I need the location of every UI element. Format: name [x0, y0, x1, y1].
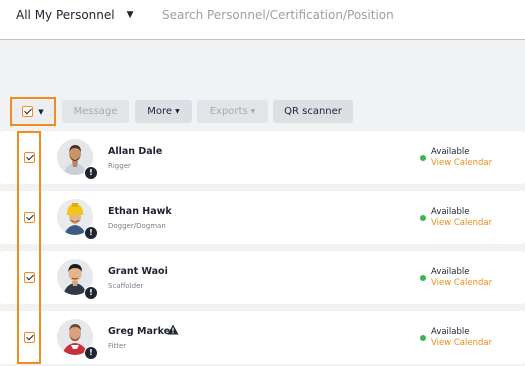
- person-role: Rigger: [108, 162, 131, 170]
- row-checkbox[interactable]: [24, 152, 35, 163]
- more-button[interactable]: More ▼: [135, 100, 192, 123]
- search-input[interactable]: [162, 8, 512, 22]
- alert-badge-icon: !: [84, 226, 98, 240]
- person-role: Fitter: [108, 342, 127, 350]
- scope-label: All My Personnel: [16, 8, 115, 22]
- view-calendar-link[interactable]: View Calendar: [431, 338, 492, 348]
- caret-down-icon: ▼: [126, 10, 134, 20]
- caret-down-icon: ▼: [175, 108, 180, 115]
- list-item[interactable]: ! Ethan Hawk Dogger/Dogman Available Vie…: [0, 191, 525, 244]
- personnel-scope-dropdown[interactable]: All My Personnel ▼: [16, 8, 134, 22]
- status-text: Available: [431, 147, 470, 157]
- alert-badge-icon: !: [84, 166, 98, 180]
- status-dot-icon: [420, 335, 426, 341]
- exports-button[interactable]: Exports ▼: [197, 100, 268, 123]
- select-all-dropdown[interactable]: ▼: [10, 97, 56, 126]
- status-dot-icon: [420, 215, 426, 221]
- view-calendar-link[interactable]: View Calendar: [431, 278, 492, 288]
- list-item[interactable]: ! Allan Dale Rigger Available View Calen…: [0, 131, 525, 184]
- person-name[interactable]: Grant Waoi: [108, 266, 168, 277]
- list-item[interactable]: ! Grant Waoi Scaffolder Available View C…: [0, 251, 525, 304]
- person-role: Scaffolder: [108, 282, 144, 290]
- row-checkbox[interactable]: [24, 272, 35, 283]
- qr-scanner-button-label: QR scanner: [284, 106, 342, 117]
- checkbox-checked-icon[interactable]: [22, 106, 34, 117]
- row-checkbox[interactable]: [24, 332, 35, 343]
- view-calendar-link[interactable]: View Calendar: [431, 218, 492, 228]
- more-button-label: More: [147, 106, 173, 117]
- status-text: Available: [431, 207, 470, 217]
- alert-badge-icon: !: [84, 346, 98, 360]
- status-dot-icon: [420, 275, 426, 281]
- list-item[interactable]: ! Greg Marker Fitter Available View Cale…: [0, 311, 525, 364]
- status-dot-icon: [420, 155, 426, 161]
- person-name[interactable]: Ethan Hawk: [108, 206, 172, 217]
- person-name[interactable]: Greg Marker: [108, 326, 175, 337]
- view-calendar-link[interactable]: View Calendar: [431, 158, 492, 168]
- person-role: Dogger/Dogman: [108, 222, 166, 230]
- exports-button-label: Exports: [209, 106, 248, 117]
- toolbar: ▼ Message More ▼ Exports ▼ QR scanner: [0, 97, 525, 127]
- alert-badge-icon: !: [84, 286, 98, 300]
- status-text: Available: [431, 327, 470, 337]
- qr-scanner-button[interactable]: QR scanner: [273, 100, 353, 123]
- person-name[interactable]: Allan Dale: [108, 146, 162, 157]
- status-text: Available: [431, 267, 470, 277]
- top-bar: All My Personnel ▼: [0, 0, 525, 40]
- message-button[interactable]: Message: [62, 100, 129, 123]
- message-button-label: Message: [73, 106, 118, 117]
- row-checkbox[interactable]: [24, 212, 35, 223]
- caret-down-icon: ▼: [38, 107, 44, 116]
- caret-down-icon: ▼: [250, 108, 256, 115]
- warning-triangle-icon: [167, 324, 179, 335]
